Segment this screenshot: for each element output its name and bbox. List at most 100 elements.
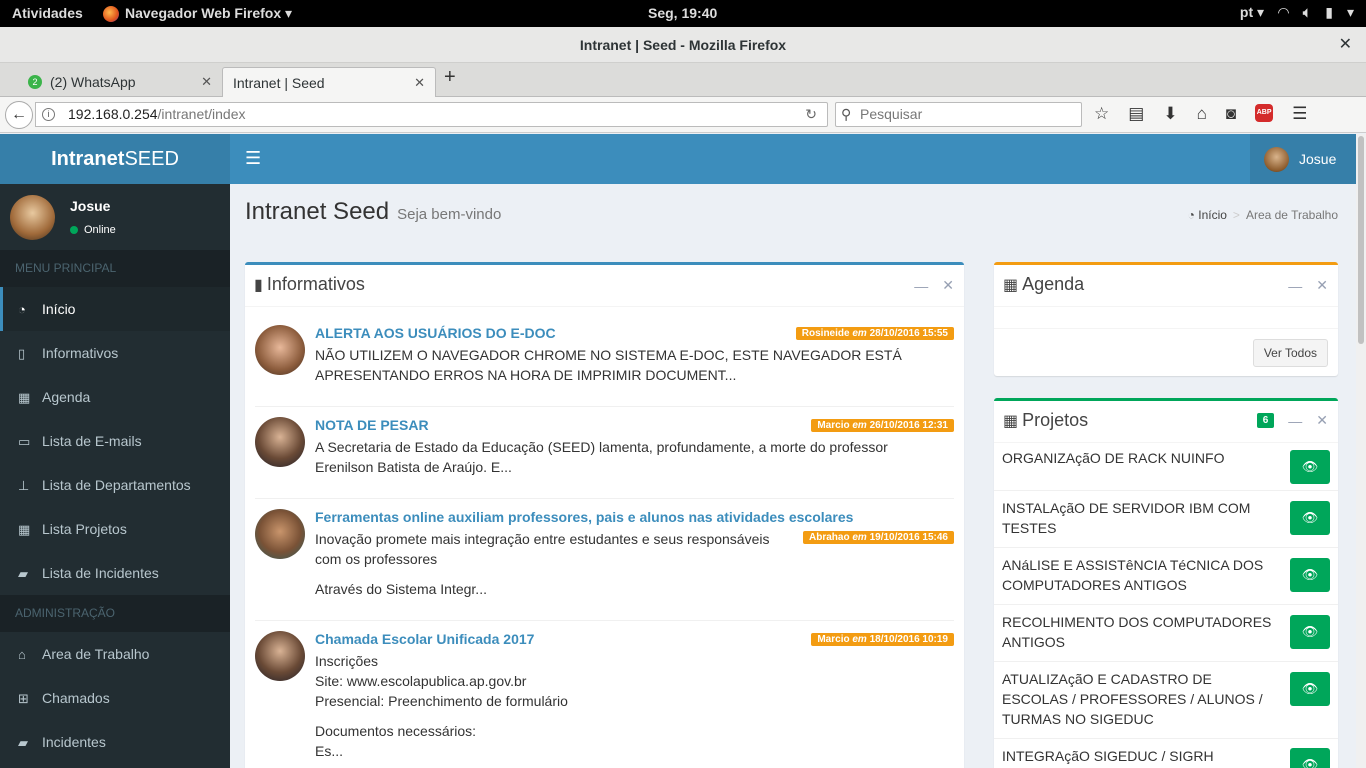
view-eye-icon[interactable]: 👁︎ bbox=[1290, 748, 1330, 768]
tab-strip: 2 (2) WhatsApp ✕ Intranet | Seed ✕ bbox=[0, 63, 1366, 97]
box-header: ▦ Projetos 6 — ✕ bbox=[994, 401, 1338, 443]
web-page: IntranetSEED ☰ Josue Josue Online MENU P… bbox=[0, 134, 1356, 768]
news-title[interactable]: ALERTA AOS USUÁRIOS DO E-DOC bbox=[315, 325, 556, 341]
activities-button[interactable]: Atividades bbox=[12, 5, 83, 21]
language-indicator[interactable]: pt ▾ bbox=[1240, 4, 1264, 21]
tab-whatsapp[interactable]: 2 (2) WhatsApp ✕ bbox=[18, 67, 222, 97]
menu-icon[interactable]: ☰ bbox=[1292, 104, 1307, 124]
news-body-line: Presencial: Preenchimento de formulário bbox=[315, 693, 568, 709]
app-menu[interactable]: Navegador Web Firefox ▾ bbox=[103, 5, 292, 22]
page-subtitle: Seja bem-vindo bbox=[397, 206, 502, 223]
downloads-icon[interactable]: ⬇ bbox=[1163, 104, 1177, 124]
app-logo[interactable]: IntranetSEED bbox=[0, 134, 230, 184]
list-item: ATUALIZAçãO E CADASTRO DE ESCOLAS / PROF… bbox=[994, 662, 1338, 739]
list-item: NOTA DE PESAR Marcio em 26/10/2016 12:31… bbox=[255, 417, 954, 499]
view-eye-icon[interactable]: 👁︎ bbox=[1290, 672, 1330, 706]
windows-icon: ⊞ bbox=[18, 691, 29, 706]
calendar-icon: ▦ bbox=[18, 390, 31, 405]
news-body-line: Através do Sistema Integr... bbox=[315, 581, 487, 597]
sidebar-item-area-trabalho[interactable]: ⌂ Area de Trabalho bbox=[0, 632, 230, 676]
sidebar-item-emails[interactable]: ▭ Lista de E-mails bbox=[0, 419, 230, 463]
adblock-icon[interactable]: ABP bbox=[1255, 104, 1274, 122]
status-badge: Online bbox=[70, 224, 116, 236]
minimize-icon[interactable]: — bbox=[1288, 413, 1302, 429]
close-icon[interactable]: ✕ bbox=[942, 277, 954, 294]
sidebar-item-projetos[interactable]: ▦ Lista Projetos bbox=[0, 507, 230, 551]
new-tab-button[interactable]: + bbox=[444, 66, 456, 89]
user-menu-button[interactable]: Josue bbox=[1250, 134, 1356, 184]
sidebar-item-departamentos[interactable]: ⊥ Lista de Departamentos bbox=[0, 463, 230, 507]
breadcrumb-home[interactable]: Início bbox=[1198, 208, 1227, 222]
sidebar-item-inicio[interactable]: ◔ Início bbox=[0, 287, 230, 331]
news-title[interactable]: Chamada Escolar Unificada 2017 bbox=[315, 631, 534, 647]
news-body: Inscrições Site: www.escolapublica.ap.gov… bbox=[315, 651, 568, 761]
sidebar-item-chamados[interactable]: ⊞ Chamados bbox=[0, 676, 230, 720]
news-title[interactable]: Ferramentas online auxiliam professores,… bbox=[315, 509, 853, 525]
list-item: RECOLHIMENTO DOS COMPUTADORES ANTIGOS 👁︎ bbox=[994, 605, 1338, 662]
window-titlebar: Intranet | Seed - Mozilla Firefox ✕ bbox=[0, 27, 1366, 63]
tab-intranet[interactable]: Intranet | Seed ✕ bbox=[222, 67, 436, 97]
dashboard-icon: ◔ bbox=[18, 302, 26, 317]
page-scrollbar[interactable] bbox=[1356, 134, 1366, 768]
toolbar-icons: ☆ ▤ ⬇ ⌂ ◙ ABP ☰ bbox=[1094, 104, 1307, 124]
avatar bbox=[255, 417, 305, 467]
box-title-text: Agenda bbox=[1022, 274, 1085, 294]
home-icon[interactable]: ⌂ bbox=[1197, 104, 1207, 124]
close-window-button[interactable]: ✕ bbox=[1339, 27, 1352, 63]
info-icon[interactable]: i bbox=[42, 108, 55, 121]
news-body: A Secretaria de Estado da Educação (SEED… bbox=[315, 437, 888, 477]
view-eye-icon[interactable]: 👁︎ bbox=[1290, 615, 1330, 649]
tab-label: Intranet | Seed bbox=[233, 74, 325, 91]
wifi-icon: ◠ bbox=[1278, 4, 1289, 20]
ambulance-icon: ▰ bbox=[18, 735, 28, 750]
list-item: ORGANIZAçãO DE RACK NUINFO 👁︎ bbox=[994, 441, 1338, 491]
sidebar-item-agenda[interactable]: ▦ Agenda bbox=[0, 375, 230, 419]
news-body: NÃO UTILIZEM O NAVEGADOR CHROME NO SISTE… bbox=[315, 345, 902, 385]
pocket-icon[interactable]: ◙ bbox=[1226, 104, 1236, 124]
clock[interactable]: Seg, 19:40 bbox=[648, 5, 717, 21]
file-icon: ▮ bbox=[254, 277, 263, 294]
view-eye-icon[interactable]: 👁︎ bbox=[1290, 558, 1330, 592]
box-title: ▮ Informativos bbox=[254, 274, 365, 295]
news-author: Marcio bbox=[817, 420, 850, 431]
sidebar-item-informativos[interactable]: ▯ Informativos bbox=[0, 331, 230, 375]
reload-icon[interactable]: ↻ bbox=[805, 103, 817, 126]
sidebar-item-label: Lista de Departamentos bbox=[42, 477, 191, 493]
reading-list-icon[interactable]: ▤ bbox=[1128, 104, 1144, 124]
breadcrumb: ◔ Início > Area de Trabalho bbox=[1188, 208, 1338, 222]
news-em: em bbox=[852, 634, 867, 645]
calendar-icon: ▦ bbox=[1003, 277, 1019, 294]
view-eye-icon[interactable]: 👁︎ bbox=[1290, 450, 1330, 484]
view-eye-icon[interactable]: 👁︎ bbox=[1290, 501, 1330, 535]
scrollbar-thumb[interactable] bbox=[1358, 136, 1364, 344]
news-date: 26/10/2016 12:31 bbox=[869, 420, 948, 431]
close-icon[interactable]: ✕ bbox=[1316, 277, 1328, 294]
search-input[interactable]: ⚲ Pesquisar bbox=[835, 102, 1082, 127]
inbox-icon: ▭ bbox=[18, 434, 31, 449]
status-area[interactable]: pt ▾ ◠ 🔈︎ ▮ ▾ bbox=[1240, 4, 1354, 21]
minimize-icon[interactable]: — bbox=[1288, 278, 1302, 294]
bookmark-star-icon[interactable]: ☆ bbox=[1094, 104, 1109, 124]
sidebar-toggle-icon[interactable]: ☰ bbox=[245, 148, 261, 169]
close-tab-icon[interactable]: ✕ bbox=[201, 74, 212, 90]
home-icon: ⌂ bbox=[18, 647, 26, 662]
news-title[interactable]: NOTA DE PESAR bbox=[315, 417, 429, 433]
minimize-icon[interactable]: — bbox=[914, 278, 928, 294]
sidebar-item-incidentes[interactable]: ▰ Lista de Incidentes bbox=[0, 551, 230, 595]
list-item: Ferramentas online auxiliam professores,… bbox=[255, 509, 954, 621]
sidebar-item-label: Informativos bbox=[42, 345, 119, 361]
url-bar[interactable]: i 192.168.0.254/intranet/index ↻ bbox=[35, 102, 828, 127]
news-body-line: Erenilson Batista de Araújo. E... bbox=[315, 459, 512, 475]
avatar bbox=[10, 195, 55, 240]
sidebar-item-incidentes-admin[interactable]: ▰ Incidentes bbox=[0, 720, 230, 764]
project-title: ORGANIZAçãO DE RACK NUINFO bbox=[1002, 450, 1225, 466]
box-header: ▮ Informativos — ✕ bbox=[245, 265, 964, 307]
sidebar-item-label: Lista Projetos bbox=[42, 521, 127, 537]
ver-todos-button[interactable]: Ver Todos bbox=[1252, 339, 1328, 367]
close-icon[interactable]: ✕ bbox=[1316, 412, 1328, 429]
menu-header-main: MENU PRINCIPAL bbox=[0, 250, 230, 287]
close-tab-icon[interactable]: ✕ bbox=[414, 75, 425, 91]
news-em: em bbox=[852, 532, 867, 543]
status-badge: Abrahao em 19/10/2016 15:46 bbox=[803, 531, 954, 544]
back-button[interactable]: ← bbox=[5, 101, 33, 129]
